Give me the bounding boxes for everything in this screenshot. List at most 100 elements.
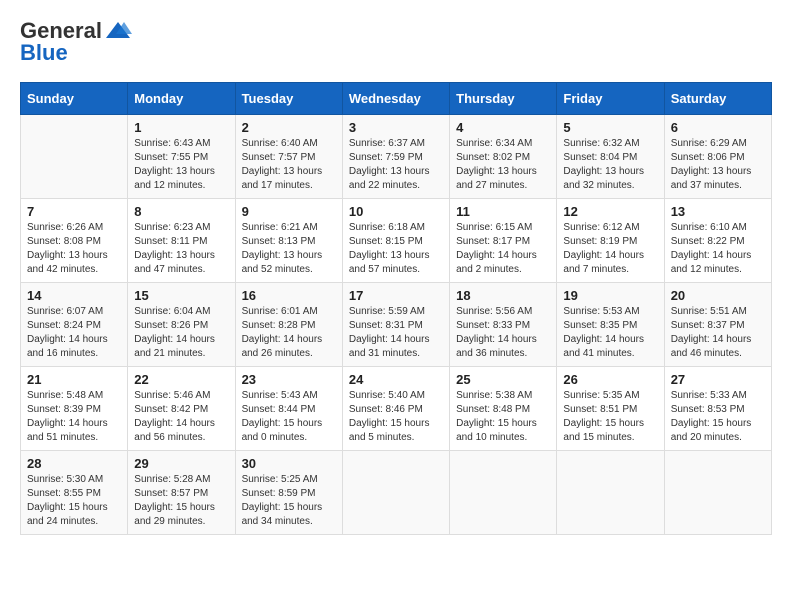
day-info: Sunrise: 5:40 AM Sunset: 8:46 PM Dayligh… (349, 389, 443, 445)
day-info: Sunrise: 6:26 AM Sunset: 8:08 PM Dayligh… (27, 221, 121, 277)
day-number: 18 (456, 288, 550, 303)
logo-general-text: General (20, 20, 102, 42)
day-number: 17 (349, 288, 443, 303)
calendar-cell: 4 Sunrise: 6:34 AM Sunset: 8:02 PM Daylig… (450, 115, 557, 199)
calendar-cell: 13 Sunrise: 6:10 AM Sunset: 8:22 PM Dayli… (664, 199, 771, 283)
day-info: Sunrise: 6:04 AM Sunset: 8:26 PM Dayligh… (134, 305, 228, 361)
day-number: 4 (456, 120, 550, 135)
calendar-week-row: 14 Sunrise: 6:07 AM Sunset: 8:24 PM Dayli… (21, 283, 772, 367)
day-number: 29 (134, 456, 228, 471)
day-of-week-header: Tuesday (235, 83, 342, 115)
day-info: Sunrise: 6:43 AM Sunset: 7:55 PM Dayligh… (134, 137, 228, 193)
day-of-week-header: Saturday (664, 83, 771, 115)
day-number: 1 (134, 120, 228, 135)
day-info: Sunrise: 6:12 AM Sunset: 8:19 PM Dayligh… (563, 221, 657, 277)
calendar-cell: 18 Sunrise: 5:56 AM Sunset: 8:33 PM Dayli… (450, 283, 557, 367)
calendar-header-row: SundayMondayTuesdayWednesdayThursdayFrid… (21, 83, 772, 115)
calendar-cell: 5 Sunrise: 6:32 AM Sunset: 8:04 PM Daylig… (557, 115, 664, 199)
calendar-cell: 16 Sunrise: 6:01 AM Sunset: 8:28 PM Dayli… (235, 283, 342, 367)
day-info: Sunrise: 5:48 AM Sunset: 8:39 PM Dayligh… (27, 389, 121, 445)
day-number: 26 (563, 372, 657, 387)
calendar-cell: 11 Sunrise: 6:15 AM Sunset: 8:17 PM Dayli… (450, 199, 557, 283)
day-info: Sunrise: 6:23 AM Sunset: 8:11 PM Dayligh… (134, 221, 228, 277)
day-number: 30 (242, 456, 336, 471)
calendar-week-row: 1 Sunrise: 6:43 AM Sunset: 7:55 PM Daylig… (21, 115, 772, 199)
day-info: Sunrise: 5:59 AM Sunset: 8:31 PM Dayligh… (349, 305, 443, 361)
day-info: Sunrise: 6:40 AM Sunset: 7:57 PM Dayligh… (242, 137, 336, 193)
day-info: Sunrise: 6:29 AM Sunset: 8:06 PM Dayligh… (671, 137, 765, 193)
day-number: 20 (671, 288, 765, 303)
calendar-cell: 30 Sunrise: 5:25 AM Sunset: 8:59 PM Dayli… (235, 451, 342, 535)
calendar-cell: 23 Sunrise: 5:43 AM Sunset: 8:44 PM Dayli… (235, 367, 342, 451)
day-number: 10 (349, 204, 443, 219)
day-number: 13 (671, 204, 765, 219)
day-number: 14 (27, 288, 121, 303)
day-of-week-header: Sunday (21, 83, 128, 115)
day-info: Sunrise: 6:01 AM Sunset: 8:28 PM Dayligh… (242, 305, 336, 361)
day-info: Sunrise: 5:38 AM Sunset: 8:48 PM Dayligh… (456, 389, 550, 445)
day-info: Sunrise: 5:56 AM Sunset: 8:33 PM Dayligh… (456, 305, 550, 361)
calendar-cell: 1 Sunrise: 6:43 AM Sunset: 7:55 PM Daylig… (128, 115, 235, 199)
day-info: Sunrise: 5:28 AM Sunset: 8:57 PM Dayligh… (134, 473, 228, 529)
day-info: Sunrise: 5:43 AM Sunset: 8:44 PM Dayligh… (242, 389, 336, 445)
day-info: Sunrise: 5:25 AM Sunset: 8:59 PM Dayligh… (242, 473, 336, 529)
day-info: Sunrise: 6:10 AM Sunset: 8:22 PM Dayligh… (671, 221, 765, 277)
day-number: 28 (27, 456, 121, 471)
day-number: 27 (671, 372, 765, 387)
day-number: 15 (134, 288, 228, 303)
day-info: Sunrise: 6:15 AM Sunset: 8:17 PM Dayligh… (456, 221, 550, 277)
day-info: Sunrise: 5:46 AM Sunset: 8:42 PM Dayligh… (134, 389, 228, 445)
day-info: Sunrise: 5:53 AM Sunset: 8:35 PM Dayligh… (563, 305, 657, 361)
calendar-cell: 29 Sunrise: 5:28 AM Sunset: 8:57 PM Dayli… (128, 451, 235, 535)
calendar-week-row: 28 Sunrise: 5:30 AM Sunset: 8:55 PM Dayli… (21, 451, 772, 535)
calendar-cell: 22 Sunrise: 5:46 AM Sunset: 8:42 PM Dayli… (128, 367, 235, 451)
day-info: Sunrise: 6:18 AM Sunset: 8:15 PM Dayligh… (349, 221, 443, 277)
day-info: Sunrise: 6:32 AM Sunset: 8:04 PM Dayligh… (563, 137, 657, 193)
logo-icon (104, 20, 132, 42)
day-number: 12 (563, 204, 657, 219)
calendar-cell: 24Sunrise: 5:40 AM Sunset: 8:46 PM Dayli… (342, 367, 449, 451)
calendar-cell (21, 115, 128, 199)
day-number: 5 (563, 120, 657, 135)
calendar-cell: 15 Sunrise: 6:04 AM Sunset: 8:26 PM Dayli… (128, 283, 235, 367)
day-info: Sunrise: 6:34 AM Sunset: 8:02 PM Dayligh… (456, 137, 550, 193)
calendar-table: SundayMondayTuesdayWednesdayThursdayFrid… (20, 82, 772, 535)
calendar-cell: 28 Sunrise: 5:30 AM Sunset: 8:55 PM Dayli… (21, 451, 128, 535)
calendar-cell: 2 Sunrise: 6:40 AM Sunset: 7:57 PM Daylig… (235, 115, 342, 199)
day-number: 11 (456, 204, 550, 219)
calendar-cell (557, 451, 664, 535)
day-number: 6 (671, 120, 765, 135)
calendar-cell: 12 Sunrise: 6:12 AM Sunset: 8:19 PM Dayli… (557, 199, 664, 283)
logo: General Blue (20, 20, 132, 66)
day-number: 9 (242, 204, 336, 219)
calendar-cell (664, 451, 771, 535)
day-info: Sunrise: 5:33 AM Sunset: 8:53 PM Dayligh… (671, 389, 765, 445)
calendar-cell (450, 451, 557, 535)
day-number: 2 (242, 120, 336, 135)
day-info: Sunrise: 6:21 AM Sunset: 8:13 PM Dayligh… (242, 221, 336, 277)
day-number: 25 (456, 372, 550, 387)
calendar-cell: 20Sunrise: 5:51 AM Sunset: 8:37 PM Dayli… (664, 283, 771, 367)
day-number: 7 (27, 204, 121, 219)
day-info: Sunrise: 6:37 AM Sunset: 7:59 PM Dayligh… (349, 137, 443, 193)
calendar-cell: 3Sunrise: 6:37 AM Sunset: 7:59 PM Daylig… (342, 115, 449, 199)
day-info: Sunrise: 6:07 AM Sunset: 8:24 PM Dayligh… (27, 305, 121, 361)
calendar-cell: 17 Sunrise: 5:59 AM Sunset: 8:31 PM Dayli… (342, 283, 449, 367)
calendar-cell: 19Sunrise: 5:53 AM Sunset: 8:35 PM Dayli… (557, 283, 664, 367)
day-number: 8 (134, 204, 228, 219)
day-number: 23 (242, 372, 336, 387)
day-info: Sunrise: 5:30 AM Sunset: 8:55 PM Dayligh… (27, 473, 121, 529)
page-header: General Blue (20, 20, 772, 66)
calendar-week-row: 21Sunrise: 5:48 AM Sunset: 8:39 PM Dayli… (21, 367, 772, 451)
day-number: 16 (242, 288, 336, 303)
day-info: Sunrise: 5:35 AM Sunset: 8:51 PM Dayligh… (563, 389, 657, 445)
calendar-cell: 7 Sunrise: 6:26 AM Sunset: 8:08 PM Daylig… (21, 199, 128, 283)
calendar-cell (342, 451, 449, 535)
day-number: 22 (134, 372, 228, 387)
calendar-cell: 26 Sunrise: 5:35 AM Sunset: 8:51 PM Dayli… (557, 367, 664, 451)
calendar-week-row: 7 Sunrise: 6:26 AM Sunset: 8:08 PM Daylig… (21, 199, 772, 283)
calendar-cell: 21Sunrise: 5:48 AM Sunset: 8:39 PM Dayli… (21, 367, 128, 451)
calendar-cell: 9 Sunrise: 6:21 AM Sunset: 8:13 PM Daylig… (235, 199, 342, 283)
day-of-week-header: Friday (557, 83, 664, 115)
day-of-week-header: Thursday (450, 83, 557, 115)
